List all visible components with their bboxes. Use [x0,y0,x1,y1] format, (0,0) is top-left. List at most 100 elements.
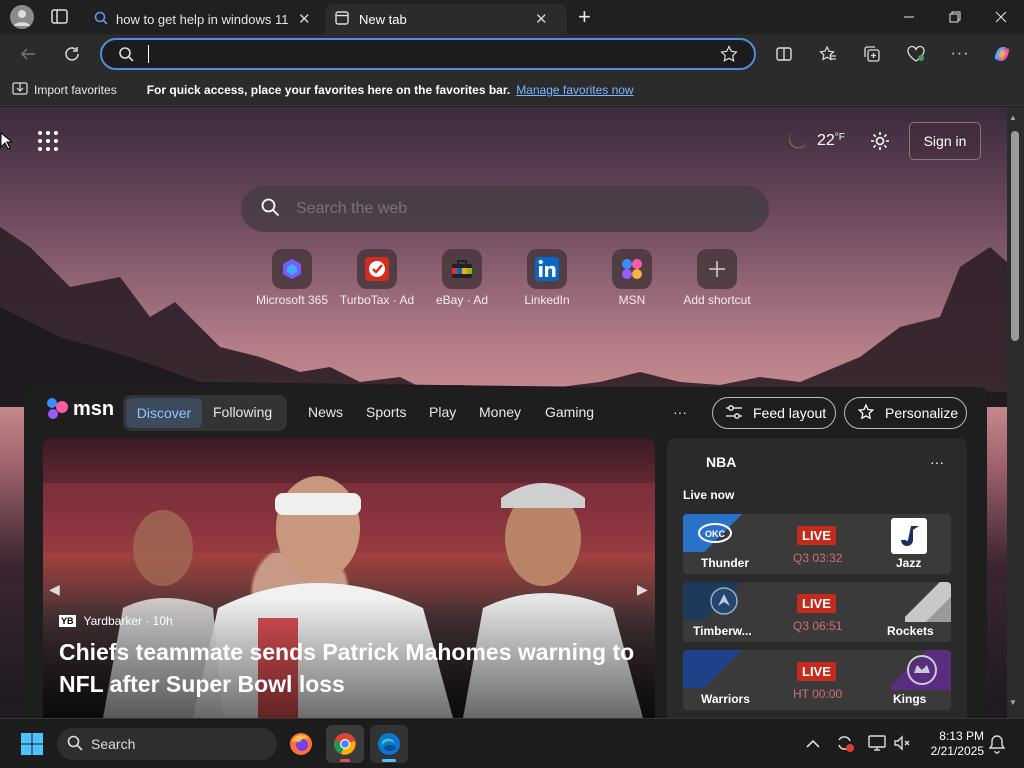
shortcut-turbotax[interactable]: TurboTax · Ad [335,249,419,307]
close-window-button[interactable] [978,0,1024,34]
carousel-next-icon[interactable]: ▶ [637,581,648,598]
sliders-icon [725,404,743,423]
nav-gaming[interactable]: Gaming [545,404,594,420]
nav-news[interactable]: News [308,404,343,420]
search-icon [67,735,83,754]
add-favorite-star-icon[interactable] [720,45,738,68]
web-search-box[interactable] [241,186,769,232]
shortcut-microsoft-365[interactable]: Microsoft 365 [250,249,334,307]
close-tab-icon[interactable]: ✕ [298,10,311,28]
clock-time: 8:13 PM [939,729,984,743]
shortcut-label: LinkedIn [524,293,570,307]
game-card-warriors-kings[interactable]: Warriors LIVE HT 00:00 Kings [683,650,951,710]
shortcut-linkedin[interactable]: LinkedIn [505,249,589,307]
taskbar-clock[interactable]: 8:13 PM 2/21/2025 [918,729,984,759]
tab-discover[interactable]: Discover [126,398,202,428]
search-icon [94,11,108,28]
restore-button[interactable] [932,0,978,34]
game-card-timberwolves-rockets[interactable]: Timberw... LIVE Q3 06:51 Rockets [683,582,951,642]
settings-and-more-icon[interactable]: ··· [944,38,976,70]
chevron-up-icon[interactable] [806,736,820,752]
away-team: Rockets [887,624,934,638]
search-icon [118,46,134,67]
live-badge: LIVE [797,594,836,613]
shortcut-msn[interactable]: MSN [590,249,674,307]
edge-icon [378,733,400,755]
carousel-prev-icon[interactable]: ◀ [49,581,60,598]
msn-icon [612,249,652,289]
copilot-icon[interactable] [986,38,1018,70]
personalize-label: Personalize [885,405,959,421]
hero-headline[interactable]: Chiefs teammate sends Patrick Mahomes wa… [59,636,649,700]
back-button[interactable] [12,38,44,70]
tab-new-tab[interactable]: New tab ✕ [325,4,567,34]
svg-text:OKC: OKC [705,529,726,539]
mouse-cursor [0,131,14,155]
temp-unit: °F [834,132,845,143]
msn-logo[interactable]: msn [44,396,114,422]
feed-layout-button[interactable]: Feed layout [712,397,836,429]
text-cursor [148,45,149,63]
home-team: Timberw... [693,624,752,638]
add-shortcut-button[interactable]: Add shortcut [675,249,759,307]
apps-launcher-icon[interactable] [37,130,59,157]
weather-moon-icon[interactable] [786,128,810,157]
temp-value: 22 [817,132,835,149]
mountain-silhouette [0,227,1007,407]
import-favorites-button[interactable]: Import favorites [34,83,117,97]
favorites-bar: Import favorites For quick access, place… [0,74,1024,106]
article-source[interactable]: YB Yardbarker · 10h [59,614,173,628]
scrollbar-thumb[interactable] [1011,131,1019,341]
network-display-icon[interactable] [867,733,887,758]
address-bar[interactable] [100,38,756,70]
active-indicator [382,759,396,762]
edge-taskbar-button[interactable] [370,725,408,763]
sign-in-button[interactable]: Sign in [909,122,981,160]
weather-temperature[interactable]: 22°F [817,132,845,150]
collections-icon[interactable] [856,38,888,70]
manage-favorites-link[interactable]: Manage favorites now [516,83,633,97]
linkedin-icon [527,249,567,289]
msn-brand-text: msn [73,397,115,420]
game-card-thunder-jazz[interactable]: OKC Thunder LIVE Q3 03:32 Jazz [683,514,951,574]
split-screen-icon[interactable] [768,38,800,70]
chrome-taskbar-button[interactable] [326,725,364,763]
game-clock: HT 00:00 [793,687,843,701]
nav-more-button[interactable]: ··· [673,404,687,420]
sparkle-star-icon [857,402,875,424]
close-tab-icon[interactable]: ✕ [535,10,548,28]
notification-bell-icon[interactable] [988,734,1006,759]
nav-sports[interactable]: Sports [366,404,406,420]
windows-start-icon[interactable] [20,732,44,761]
taskbar-search-box[interactable]: Search [57,728,277,760]
nav-money[interactable]: Money [479,404,521,420]
personalize-button[interactable]: Personalize [844,397,967,429]
live-badge: LIVE [797,662,836,681]
timberwolves-logo-icon [683,582,743,620]
plus-icon [697,249,737,289]
browser-essentials-icon[interactable] [900,38,932,70]
web-search-input[interactable] [296,196,736,222]
page-scrollbar[interactable]: ▲ ▼ [1007,107,1024,718]
tab-help-search[interactable]: how to get help in windows 11 - B ✕ [84,4,322,34]
nba-more-button[interactable]: ··· [930,454,944,470]
shortcut-ebay[interactable]: eBay · Ad [420,249,504,307]
nba-title[interactable]: NBA [706,454,736,470]
tab-title: New tab [359,11,407,27]
new-tab-button[interactable]: + [578,6,591,28]
tab-following[interactable]: Following [213,404,272,420]
hero-article-card[interactable]: ◀ ▶ YB Yardbarker · 10h Chiefs teammate … [43,438,655,718]
refresh-button[interactable] [56,38,88,70]
favorites-icon[interactable] [812,38,844,70]
tab-title: how to get help in windows 11 - B [116,11,292,27]
firefox-icon[interactable] [288,731,314,762]
address-input[interactable] [152,43,692,65]
profile-avatar[interactable] [10,5,34,29]
speaker-muted-icon[interactable] [892,733,912,758]
nav-play[interactable]: Play [429,404,456,420]
tab-actions-icon[interactable] [50,8,70,26]
page-settings-gear-icon[interactable] [869,130,891,157]
sync-alert-icon[interactable] [835,733,855,758]
minimize-button[interactable] [886,0,932,34]
new-tab-page-icon [335,10,349,28]
